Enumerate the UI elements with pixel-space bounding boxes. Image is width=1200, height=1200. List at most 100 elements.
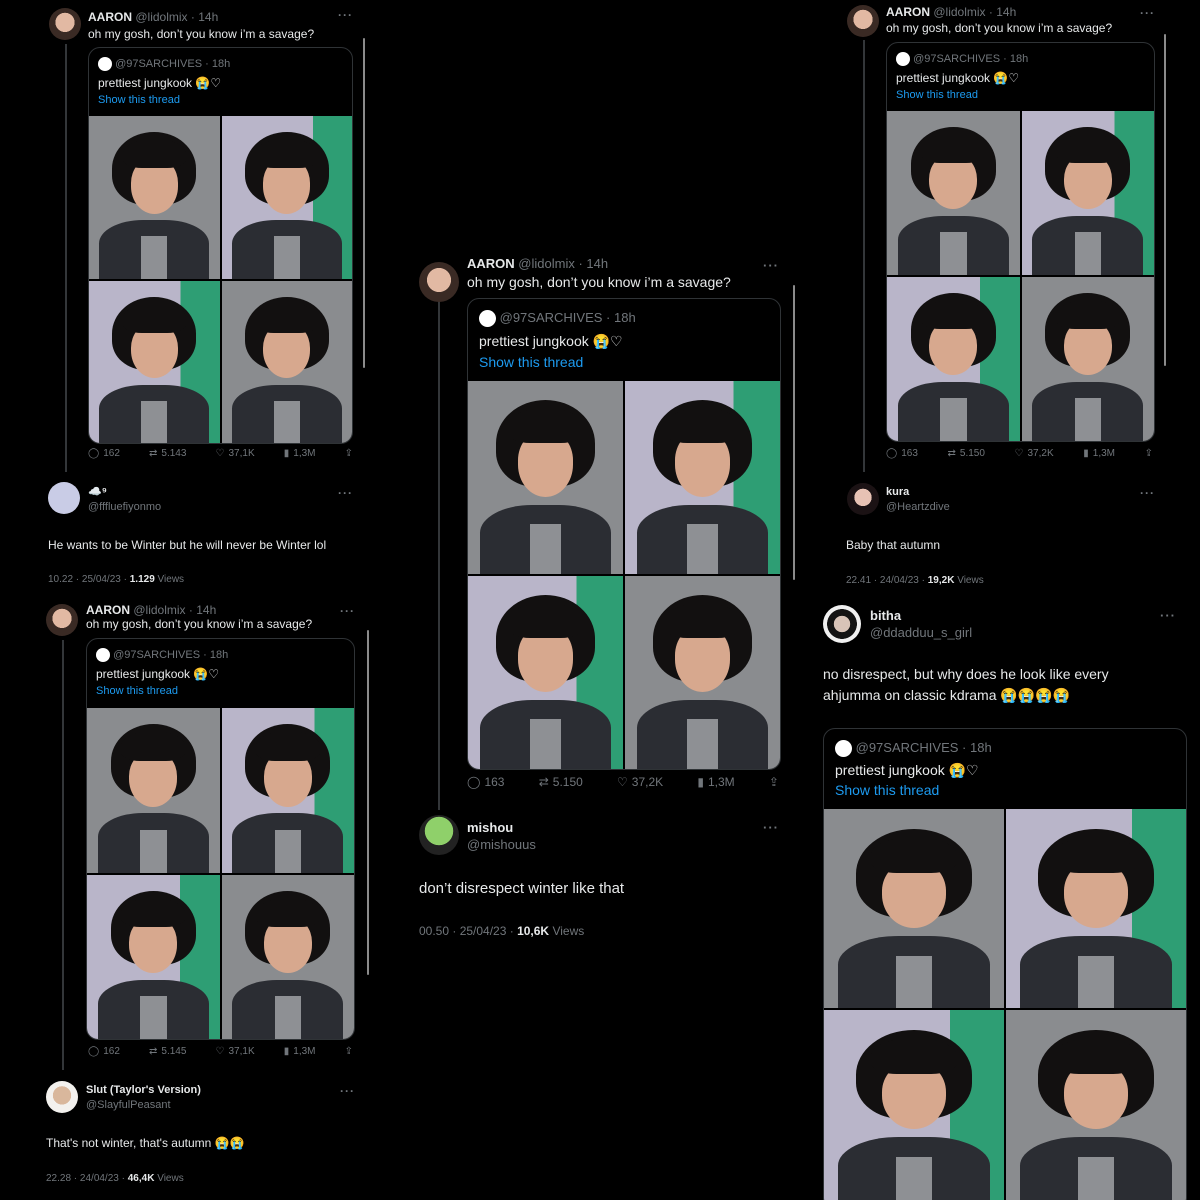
avatar[interactable] [419,815,459,855]
photo-2[interactable] [1006,809,1186,1008]
avatar[interactable] [49,8,81,40]
author-name[interactable]: AARON @lidolmix · 14h [88,10,218,24]
photo-1[interactable] [468,381,623,574]
more-dots-icon[interactable]: ··· [340,604,355,618]
photo-grid[interactable] [468,381,780,769]
more-dots-icon[interactable]: ··· [763,258,779,273]
scrollbar[interactable] [793,285,795,580]
show-thread-link[interactable]: Show this thread [479,354,583,370]
quote-text: prettiest jungkook 😭♡ [98,76,222,90]
like-button[interactable]: ♡ 37,2K [1015,448,1054,459]
views-button[interactable]: ▮ 1,3M [1083,448,1115,459]
photo-4[interactable] [221,280,352,443]
quoted-tweet[interactable]: @97SARCHIVES · 18h prettiest jungkook 😭♡… [467,298,781,770]
more-dots-icon[interactable]: ··· [338,8,353,22]
reply-author-name[interactable]: ☁️⁹ [88,485,107,498]
views-button[interactable]: ▮ 1,3M [697,775,734,789]
author-name[interactable]: AARON @lidolmix · 14h [467,256,608,271]
photo-grid[interactable] [87,708,354,1039]
quoted-tweet[interactable]: @97SARCHIVES · 18h prettiest jungkook 😭♡… [886,42,1155,442]
share-button[interactable]: ⇪ [1145,448,1153,459]
author-name[interactable]: AARON @lidolmix · 14h [86,603,216,617]
avatar[interactable] [48,482,80,514]
photo-2[interactable] [221,708,354,873]
photo-3[interactable] [89,280,220,443]
reply-author-handle[interactable]: @SlayfulPeasant [86,1099,171,1111]
reply-author-handle[interactable]: @mishouus [467,837,536,852]
photo-4[interactable] [1006,1010,1186,1200]
photo-grid[interactable] [824,809,1186,1200]
reply-button[interactable]: ◯ 163 [467,775,504,789]
more-dots-icon[interactable]: ··· [1160,608,1176,623]
photo-1[interactable] [89,116,220,279]
reply-author-name[interactable]: kura [886,486,909,498]
more-dots-icon[interactable]: ··· [1140,486,1155,500]
photo-grid[interactable] [89,116,352,443]
author-handle: @lidolmix [133,603,186,617]
reply-button[interactable]: ◯ 163 [886,448,918,459]
quoted-tweet[interactable]: @97SARCHIVES · 18h prettiest jungkook 😭♡… [823,728,1187,1200]
author-handle: @lidolmix [933,5,986,19]
views-chart-icon: ▮ [1083,448,1089,459]
quoted-tweet[interactable]: @97SARCHIVES · 18h prettiest jungkook 😭♡… [86,638,355,1040]
reply-author-name[interactable]: mishou [467,820,513,835]
reply-author-handle[interactable]: @ddadduu_s_girl [870,625,972,640]
retweet-button[interactable]: ⇄ 5.150 [948,448,985,459]
reply-author-name[interactable]: Slut (Taylor's Version) [86,1084,201,1096]
photo-1[interactable] [824,809,1004,1008]
reply-author-handle[interactable]: @fffluefiyonmo [88,501,161,513]
avatar[interactable] [46,604,78,636]
quote-header: @97SARCHIVES · 18h [96,648,228,662]
avatar[interactable] [847,483,879,515]
heart-icon: ♡ [215,1046,225,1057]
avatar[interactable] [847,5,879,37]
photo-1[interactable] [87,708,220,873]
show-thread-link[interactable]: Show this thread [96,685,178,697]
more-dots-icon[interactable]: ··· [763,820,779,835]
reply-text-line-1: no disrespect, but why does he look like… [823,666,1109,682]
reply-button[interactable]: ◯ 162 [88,448,120,459]
share-button[interactable]: ⇪ [769,775,779,789]
like-button[interactable]: ♡ 37,1K [216,1046,255,1057]
avatar[interactable] [823,605,861,643]
reply-author-name[interactable]: bitha [870,608,901,623]
avatar[interactable] [46,1081,78,1113]
photo-2[interactable] [1021,111,1154,275]
photo-4[interactable] [221,874,354,1039]
like-button[interactable]: ♡ 37,1K [216,448,255,459]
photo-4[interactable] [625,576,780,769]
more-dots-icon[interactable]: ··· [340,1084,355,1098]
photo-grid[interactable] [887,111,1154,441]
views-button[interactable]: ▮ 1,3M [284,1046,316,1057]
show-thread-link[interactable]: Show this thread [896,89,978,101]
photo-4[interactable] [1021,277,1154,441]
share-button[interactable]: ⇪ [345,1046,353,1057]
author-name[interactable]: AARON @lidolmix · 14h [886,5,1016,19]
quoted-tweet[interactable]: @97SARCHIVES · 18h prettiest jungkook 😭♡… [88,47,353,444]
views-button[interactable]: ▮ 1,3M [284,448,316,459]
photo-2[interactable] [625,381,780,574]
photo-3[interactable] [87,874,220,1039]
show-thread-link[interactable]: Show this thread [98,94,180,106]
photo-3[interactable] [468,576,623,769]
reply-author-handle[interactable]: @Heartzdive [886,501,950,513]
retweet-button[interactable]: ⇄ 5.145 [149,1046,186,1057]
scrollbar[interactable] [363,38,365,368]
retweet-icon: ⇄ [149,1046,158,1057]
retweet-button[interactable]: ⇄ 5.143 [149,448,186,459]
share-button[interactable]: ⇪ [345,448,353,459]
show-thread-link[interactable]: Show this thread [835,782,939,798]
photo-2[interactable] [221,116,352,279]
photo-3[interactable] [887,277,1020,441]
scrollbar[interactable] [367,630,369,975]
more-dots-icon[interactable]: ··· [1140,6,1155,20]
photo-3[interactable] [824,1010,1004,1200]
quote-avatar [98,57,112,71]
scrollbar[interactable] [1164,34,1166,366]
reply-button[interactable]: ◯ 162 [88,1046,120,1057]
photo-1[interactable] [887,111,1020,275]
more-dots-icon[interactable]: ··· [338,486,353,500]
avatar[interactable] [419,262,459,302]
retweet-button[interactable]: ⇄ 5.150 [539,775,583,789]
like-button[interactable]: ♡ 37,2K [617,775,663,789]
